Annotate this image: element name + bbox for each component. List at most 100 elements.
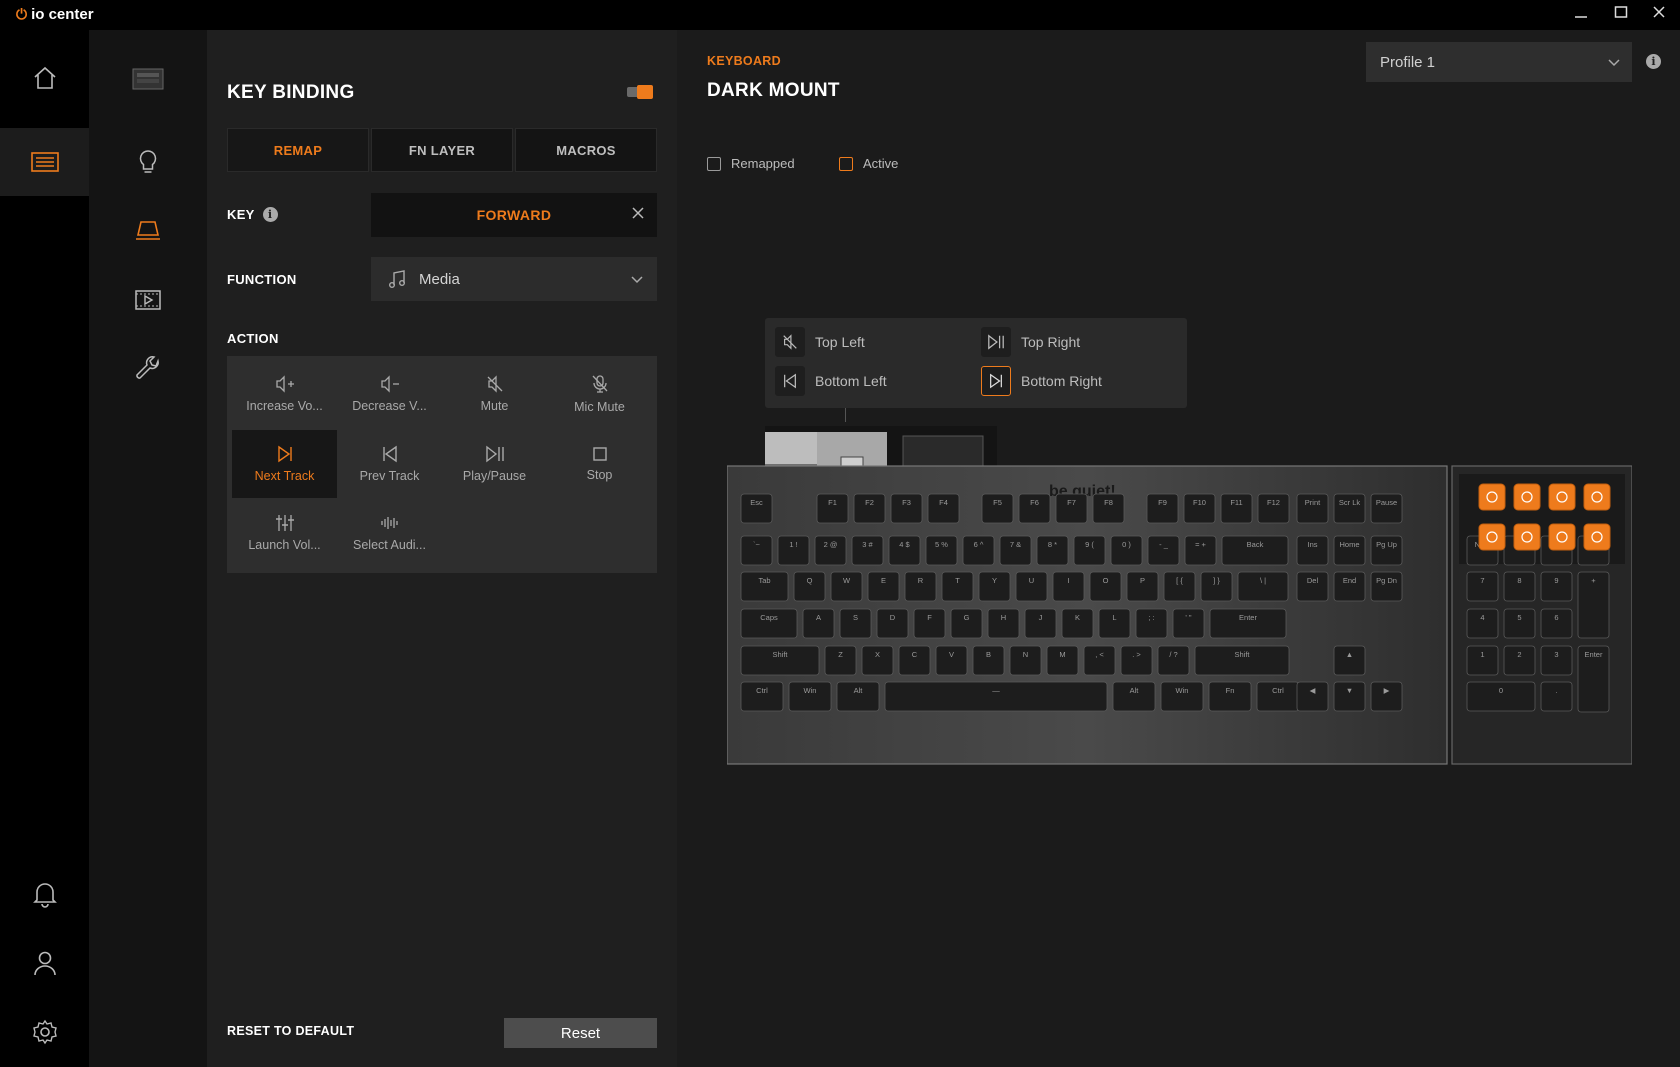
- macro-key-1[interactable]: [1513, 483, 1541, 511]
- key-left[interactable]: ◀: [1296, 681, 1329, 712]
- key-9[interactable]: F9: [1146, 493, 1179, 524]
- key-tab-15[interactable]: End: [1333, 571, 1366, 602]
- key-down[interactable]: ▼: [1333, 681, 1366, 712]
- key-ctrl-7[interactable]: Ctrl: [1256, 681, 1300, 712]
- popup-top-left[interactable]: Top Left: [775, 327, 865, 357]
- key-num-16[interactable]: Pg Up: [1370, 535, 1403, 566]
- key-num-0[interactable]: `~: [740, 535, 773, 566]
- subnav-media[interactable]: [89, 275, 207, 325]
- minimize-button[interactable]: [1563, 4, 1599, 26]
- action-prev-track[interactable]: Prev Track: [337, 430, 442, 498]
- key-8[interactable]: F8: [1092, 493, 1125, 524]
- numpad-9[interactable]: 5: [1503, 608, 1536, 639]
- key-caps-1[interactable]: A: [802, 608, 835, 639]
- numpad-6[interactable]: 9: [1540, 571, 1573, 602]
- key-caps-4[interactable]: F: [913, 608, 946, 639]
- key-shift-10[interactable]: / ?: [1157, 645, 1190, 676]
- tab-remap[interactable]: REMAP: [227, 128, 369, 172]
- key-13[interactable]: Print: [1296, 493, 1329, 524]
- popup-bottom-left[interactable]: Bottom Left: [775, 366, 887, 396]
- key-4[interactable]: F4: [927, 493, 960, 524]
- key-ctrl-1[interactable]: Win: [788, 681, 832, 712]
- nav-settings[interactable]: [0, 998, 89, 1066]
- numpad-5[interactable]: 8: [1503, 571, 1536, 602]
- macro-key-4[interactable]: [1478, 523, 1506, 551]
- key-num-10[interactable]: 0 ): [1110, 535, 1143, 566]
- action-next-track[interactable]: Next Track: [232, 430, 337, 498]
- numpad-13[interactable]: 3: [1540, 645, 1573, 676]
- key-2[interactable]: F2: [853, 493, 886, 524]
- key-shift-3[interactable]: C: [898, 645, 931, 676]
- key-caps-5[interactable]: G: [950, 608, 983, 639]
- key-up[interactable]: ▲: [1333, 645, 1366, 676]
- key-shift-4[interactable]: V: [935, 645, 968, 676]
- macro-key-7[interactable]: [1583, 523, 1611, 551]
- key-caps-2[interactable]: S: [839, 608, 872, 639]
- key-num-11[interactable]: - _: [1147, 535, 1180, 566]
- key-tab-1[interactable]: Q: [793, 571, 826, 602]
- key-shift-0[interactable]: Shift: [740, 645, 820, 676]
- key-tab-12[interactable]: ] }: [1200, 571, 1233, 602]
- maximize-button[interactable]: [1603, 4, 1639, 26]
- key-tab-5[interactable]: T: [941, 571, 974, 602]
- key-caps-11[interactable]: ' ": [1172, 608, 1205, 639]
- key-tab-2[interactable]: W: [830, 571, 863, 602]
- key-ctrl-3[interactable]: —: [884, 681, 1108, 712]
- action-launch-volume-mixer[interactable]: Launch Vol...: [232, 499, 337, 567]
- close-button[interactable]: [1641, 4, 1677, 26]
- key-14[interactable]: Scr Lk: [1333, 493, 1366, 524]
- action-play-pause[interactable]: Play/Pause: [442, 430, 547, 498]
- profile-select[interactable]: Profile 1: [1366, 42, 1632, 82]
- key-tab-9[interactable]: O: [1089, 571, 1122, 602]
- reset-button[interactable]: Reset: [504, 1018, 657, 1048]
- key-15[interactable]: Pause: [1370, 493, 1403, 524]
- nav-keyboard[interactable]: [0, 128, 89, 196]
- macro-key-5[interactable]: [1513, 523, 1541, 551]
- key-num-15[interactable]: Home: [1333, 535, 1366, 566]
- numpad-4[interactable]: 7: [1466, 571, 1499, 602]
- key-tab-10[interactable]: P: [1126, 571, 1159, 602]
- action-increase-volume[interactable]: Increase Vo...: [232, 360, 337, 428]
- popup-top-right[interactable]: Top Right: [981, 327, 1080, 357]
- numpad-14[interactable]: Enter: [1577, 645, 1610, 713]
- key-num-14[interactable]: Ins: [1296, 535, 1329, 566]
- numpad-8[interactable]: 4: [1466, 608, 1499, 639]
- key-7[interactable]: F7: [1055, 493, 1088, 524]
- numpad-16[interactable]: .: [1540, 681, 1573, 712]
- subnav-keybinding[interactable]: [89, 206, 207, 256]
- key-num-12[interactable]: = +: [1184, 535, 1217, 566]
- key-tab-13[interactable]: \ |: [1237, 571, 1289, 602]
- key-num-3[interactable]: 3 #: [851, 535, 884, 566]
- clear-key-button[interactable]: [627, 204, 649, 226]
- subnav-lighting[interactable]: [89, 137, 207, 187]
- numpad-10[interactable]: 6: [1540, 608, 1573, 639]
- key-shift-2[interactable]: X: [861, 645, 894, 676]
- key-ctrl-4[interactable]: Alt: [1112, 681, 1156, 712]
- numpad-7[interactable]: +: [1577, 571, 1610, 639]
- nav-account[interactable]: [0, 929, 89, 997]
- numpad-11[interactable]: 1: [1466, 645, 1499, 676]
- key-shift-11[interactable]: Shift: [1194, 645, 1290, 676]
- action-stop[interactable]: Stop: [547, 430, 652, 498]
- key-10[interactable]: F10: [1183, 493, 1216, 524]
- key-tab-8[interactable]: I: [1052, 571, 1085, 602]
- action-mute[interactable]: Mute: [442, 360, 547, 428]
- key-num-6[interactable]: 6 ^: [962, 535, 995, 566]
- key-ctrl-2[interactable]: Alt: [836, 681, 880, 712]
- key-shift-8[interactable]: , <: [1083, 645, 1116, 676]
- key-ctrl-6[interactable]: Fn: [1208, 681, 1252, 712]
- subnav-device-thumb[interactable]: [89, 54, 207, 104]
- popup-bottom-right[interactable]: Bottom Right: [981, 366, 1102, 396]
- nav-home[interactable]: [0, 44, 89, 112]
- key-num-8[interactable]: 8 *: [1036, 535, 1069, 566]
- numpad-12[interactable]: 2: [1503, 645, 1536, 676]
- key-num-9[interactable]: 9 (: [1073, 535, 1106, 566]
- key-shift-7[interactable]: M: [1046, 645, 1079, 676]
- key-shift-1[interactable]: Z: [824, 645, 857, 676]
- key-caps-3[interactable]: D: [876, 608, 909, 639]
- key-11[interactable]: F11: [1220, 493, 1253, 524]
- macro-key-2[interactable]: [1548, 483, 1576, 511]
- nav-notifications[interactable]: [0, 860, 89, 928]
- info-icon[interactable]: i: [262, 207, 278, 222]
- macro-key-6[interactable]: [1548, 523, 1576, 551]
